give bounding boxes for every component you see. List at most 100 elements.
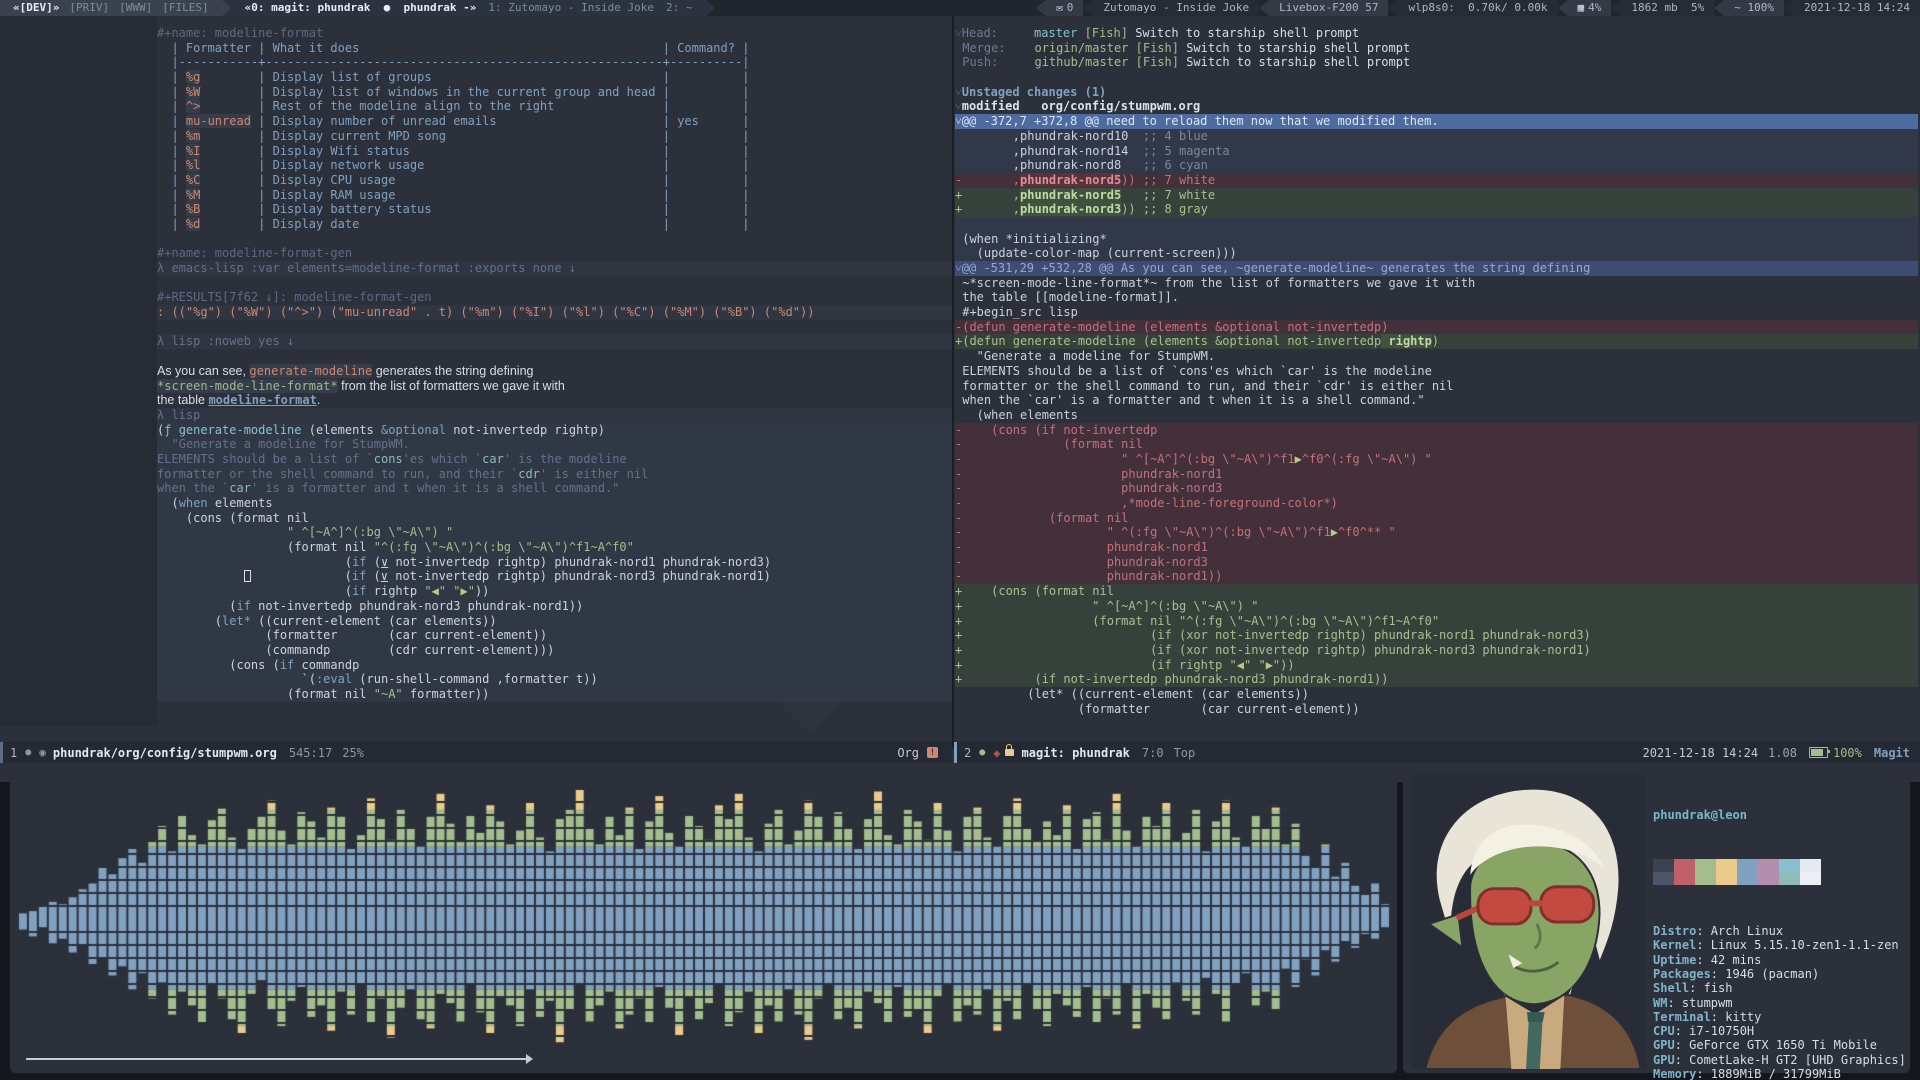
buffer-line: | %C | Display CPU usage | | <box>157 172 750 187</box>
window-divider[interactable] <box>952 16 954 748</box>
buffer-line: #+name: modeline-format-gen <box>157 246 353 261</box>
buffer-line: - phundrak-nord1 <box>955 540 1918 555</box>
workspace-tag[interactable]: [WWW] <box>119 0 152 16</box>
modeline-magit[interactable]: 2 ● ◈ magit: phundrak 7:0 Top 2021-12-18… <box>954 742 1920 763</box>
modified-icon: ● <box>979 747 986 758</box>
workspace-tag[interactable]: [FILES] <box>162 0 208 16</box>
color-swatch <box>1674 859 1695 873</box>
buffer-line: when the `car' is a formatter and t when… <box>157 481 952 496</box>
window-number: 2 <box>964 745 972 760</box>
buffer-line: - ,*mode-line-foreground-color*) <box>955 496 1918 511</box>
system-info-line: WM: stumpwm <box>1653 995 1733 1010</box>
color-swatch <box>1800 859 1821 873</box>
buffer-line: | ^> | Rest of the modeline align to the… <box>157 99 750 114</box>
buffer-line: the table modeline-format. <box>157 393 321 408</box>
color-swatch <box>1674 872 1695 886</box>
buffer-name: phundrak/org/config/stumpwm.org <box>52 745 277 760</box>
system-load: 1.08 <box>1768 745 1797 760</box>
scroll-percent: 25% <box>342 745 364 760</box>
window-entry[interactable]: 2: ~ <box>666 0 693 16</box>
modeline-org[interactable]: 1 ● ◉ phundrak/org/config/stumpwm.org 54… <box>0 742 952 763</box>
buffer-line <box>157 320 952 335</box>
powerline-separator <box>221 0 231 16</box>
buffer-line: - phundrak-nord3 <box>955 481 1918 496</box>
buffer-line: + " ^[~A^]^(:bg \"~A\") " <box>955 598 1918 614</box>
color-swatch <box>1695 872 1716 886</box>
buffer-line: | mu-unread | Display number of unread e… <box>157 114 750 129</box>
powerline-separator <box>706 0 716 16</box>
status-segments: ✉ 0 Zutomayo - Inside Joke Livebox-F200 57 w… <box>1036 0 1920 16</box>
scroll-percent: Top <box>1173 745 1196 760</box>
buffer-line: | %B | Display battery status | | <box>157 202 750 217</box>
buffer-line: + ,phundrak-nord3)) ;; 8 gray <box>955 202 1918 217</box>
color-swatch <box>1800 872 1821 886</box>
buffer-line: | %g | Display list of groups | | <box>157 70 750 85</box>
buffer-line: (when *initializing* <box>955 231 1918 247</box>
buffer-line: (let* ((current-element (car elements)) <box>157 613 952 629</box>
buffer-line: ,phundrak-nord8 ;; 6 cyan <box>955 158 1918 173</box>
emacs-frame: #+name: modeline-format | Formatter | Wh… <box>0 16 1920 782</box>
buffer-line: (when elements <box>157 496 952 511</box>
buffer-line: ˅Head: master [Fish] Switch to starship … <box>955 26 1360 40</box>
window-list[interactable]: «0: magit: phundrak ● phundrak -» 1: Zuto… <box>230 0 707 16</box>
terminal-waveform[interactable] <box>10 771 1397 1073</box>
buffer-line: - phundrak-nord3 <box>955 554 1918 570</box>
buffer-line: - (cons (if not-invertedp <box>955 422 1918 438</box>
cursor-position: 545:17 <box>288 745 333 760</box>
buffer-line: (formatter (car current-element)) <box>955 701 1360 716</box>
playback-progress-line[interactable] <box>26 1054 533 1064</box>
major-mode-name: Org <box>897 745 919 760</box>
magit-buffer-window[interactable]: ˅Head: master [Fish] Switch to starship … <box>955 26 1918 716</box>
system-info-list: Distro: Arch Linux Kernel: Linux 5.15.10-… <box>1653 924 1906 1080</box>
buffer-line: ,phundrak-nord14 ;; 5 magenta <box>955 143 1918 159</box>
buffer-line: (format nil "~A" formatter)) <box>157 686 952 702</box>
window-entry[interactable]: «0: magit: phundrak ● phundrak -» <box>245 0 477 16</box>
terminal-color-palette <box>1653 859 1906 886</box>
org-buffer-window[interactable]: #+name: modeline-format | Formatter | Wh… <box>157 26 952 702</box>
buffer-line: - phundrak-nord1)) <box>955 569 1918 585</box>
buffer-line: λ lisp <box>157 407 952 423</box>
workspace-tag[interactable]: «[DEV]» <box>13 0 59 16</box>
buffer-line: (let* ((current-element (car elements)) <box>955 686 1310 701</box>
buffer-line: - (format nil <box>955 437 1918 452</box>
status-text: Zutomayo - Inside Joke <box>1103 1 1250 14</box>
buffer-line: formatter or the shell command to run, a… <box>955 378 1454 393</box>
cpu-icon: ▦ <box>1577 1 1585 14</box>
buffer-line: "Generate a modeline for StumpWM. <box>157 437 952 452</box>
buffer-line: | %W | Display list of windows in the cu… <box>157 84 750 99</box>
buffer-line: Push: github/master [Fish] Switch to sta… <box>962 55 1411 70</box>
terminal-neofetch[interactable]: phundrak@leon Distro: Arch Linux Kernel: … <box>1403 771 1910 1080</box>
buffer-line: #+RESULTS[7f62 ↓]: modeline-format-gen <box>157 290 432 305</box>
buffer-line: | %d | Display date | | <box>157 216 750 231</box>
color-swatch <box>1758 859 1779 873</box>
buffer-line: λ emacs-lisp :var elements=modeline-form… <box>157 261 952 276</box>
system-info-line: Packages: 1946 (pacman) <box>1653 966 1820 981</box>
modified-icon: ● <box>25 747 32 758</box>
buffer-line: | Formatter | What it does | Command? | <box>157 40 750 55</box>
buffer-line: -(defun generate-modeline (elements &opt… <box>955 319 1918 335</box>
system-info-line: Memory: 1889MiB / 31799MiB <box>1653 1067 1841 1080</box>
mail-icon: ✉ <box>1056 1 1063 14</box>
workspace-list[interactable]: «[DEV]» [PRIV] [WWW] [FILES] <box>0 0 222 16</box>
status-segment: Livebox-F200 57 <box>1259 0 1389 16</box>
buffer-line: +(defun generate-modeline (elements &opt… <box>955 334 1918 350</box>
buffer-line: ˅@@ -531,29 +532,28 @@ As you can see, ~… <box>955 261 1918 276</box>
lock-icon <box>1004 744 1014 756</box>
system-info-line: Uptime: 42 mins <box>1653 952 1762 967</box>
buffer-line: ELEMENTS should be a list of `cons'es wh… <box>955 363 1432 378</box>
buffer-line: the table [[modeline-format]]. <box>955 290 1179 305</box>
buffer-line: ˅modified org/config/stumpwm.org <box>955 99 1201 114</box>
buffer-line: (if (∨ not-invertedp rightp) phundrak-no… <box>157 554 952 570</box>
buffer-line: (when elements <box>955 407 1078 422</box>
system-info-line: Shell: fish <box>1653 981 1733 996</box>
buffer-line: ELEMENTS should be a list of `cons'es wh… <box>157 451 952 467</box>
buffer-line: + (cons (format nil <box>955 584 1918 599</box>
buffer-line: - phundrak-nord1 <box>955 466 1918 482</box>
buffer-line: - " ^(:fg \"~A\")^(:bg \"~A\")^f1▶^f0^**… <box>955 525 1918 541</box>
color-swatch <box>1779 859 1800 873</box>
battery-percent: 100% <box>1832 745 1862 760</box>
status-text: 2021-12-18 14:24 <box>1804 1 1910 14</box>
window-entry[interactable]: 1: Zutomayo - Inside Joke <box>488 0 654 16</box>
workspace-tag[interactable]: [PRIV] <box>69 0 109 16</box>
cursor-position: 7:0 <box>1141 745 1164 760</box>
